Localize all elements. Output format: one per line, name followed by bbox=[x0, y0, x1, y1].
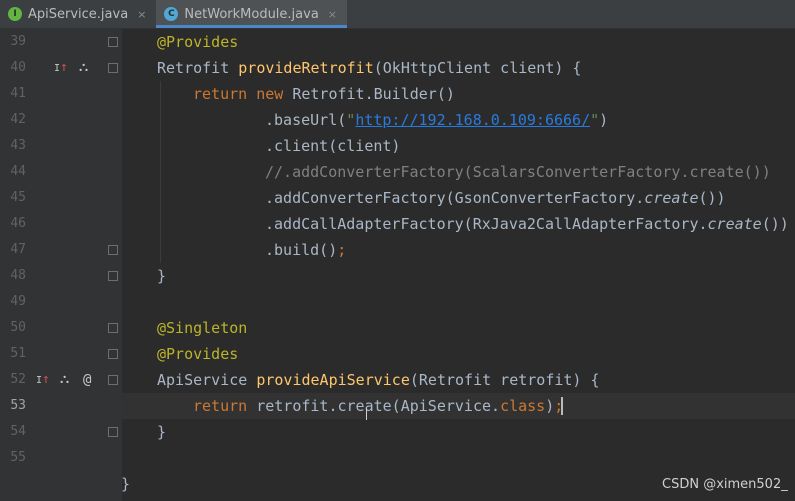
code-line: 40 Retrofit provideRetrofit(OkHttpClient… bbox=[0, 55, 795, 81]
fold-marker[interactable] bbox=[108, 63, 118, 73]
code-text[interactable]: ApiService provideApiService(Retrofit re… bbox=[157, 367, 600, 393]
close-icon[interactable]: × bbox=[137, 8, 146, 21]
watermark: CSDN @ximen502_ bbox=[662, 477, 788, 492]
line-number: 48 bbox=[10, 268, 26, 283]
code-line: 54 } bbox=[0, 419, 795, 445]
line-number: 42 bbox=[10, 112, 26, 127]
code-line: 49 bbox=[0, 289, 795, 315]
override-arrow-icon[interactable]: I↑ bbox=[54, 61, 68, 76]
interface-icon: I bbox=[8, 7, 22, 21]
url-link[interactable]: http://192.168.0.109:6666/ bbox=[355, 111, 590, 129]
close-icon[interactable]: × bbox=[328, 8, 337, 21]
line-number: 47 bbox=[10, 242, 26, 257]
line-number: 44 bbox=[10, 164, 26, 179]
code-line: 50 @Singleton bbox=[0, 315, 795, 341]
line-number: 53 bbox=[10, 398, 26, 413]
fold-marker[interactable] bbox=[108, 271, 118, 281]
code-text[interactable]: Retrofit provideRetrofit(OkHttpClient cl… bbox=[157, 55, 581, 81]
code-text[interactable]: .addCallAdapterFactory(RxJava2CallAdapte… bbox=[265, 211, 789, 237]
fold-marker[interactable] bbox=[108, 375, 118, 385]
line-number: 50 bbox=[10, 320, 26, 335]
code-line: 44 //.addConverterFactory(ScalarsConvert… bbox=[0, 159, 795, 185]
line-number: 46 bbox=[10, 216, 26, 231]
fold-marker[interactable] bbox=[108, 323, 118, 333]
editor-tab-bar: I ApiService.java × C NetWorkModule.java… bbox=[0, 0, 795, 29]
code-text[interactable]: .build(); bbox=[265, 237, 346, 263]
code-text[interactable]: //.addConverterFactory(ScalarsConverterF… bbox=[265, 159, 771, 185]
code-line: 45 .addConverterFactory(GsonConverterFac… bbox=[0, 185, 795, 211]
line-number: 49 bbox=[10, 294, 26, 309]
hierarchy-icon[interactable]: ⛬ bbox=[60, 373, 69, 387]
tab-label: ApiService.java bbox=[28, 6, 129, 22]
code-text[interactable]: .baseUrl("http://192.168.0.109:6666/") bbox=[265, 107, 608, 133]
code-text[interactable]: .addConverterFactory(GsonConverterFactor… bbox=[265, 185, 726, 211]
code-text[interactable]: } bbox=[157, 263, 166, 289]
code-line: 41 return new Retrofit.Builder() bbox=[0, 81, 795, 107]
code-text[interactable]: } bbox=[157, 419, 166, 445]
line-number: 55 bbox=[10, 450, 26, 465]
code-line: 39 @Provides bbox=[0, 29, 795, 55]
mouse-cursor-icon bbox=[366, 408, 367, 420]
code-text[interactable]: @Provides bbox=[157, 29, 238, 55]
code-line: 42 .baseUrl("http://192.168.0.109:6666/"… bbox=[0, 107, 795, 133]
code-line: 46 .addCallAdapterFactory(RxJava2CallAda… bbox=[0, 211, 795, 237]
code-text[interactable]: return new Retrofit.Builder() bbox=[193, 81, 455, 107]
fold-marker[interactable] bbox=[108, 37, 118, 47]
line-number: 40 bbox=[10, 60, 26, 75]
hierarchy-icon[interactable]: ⛬ bbox=[79, 61, 88, 75]
code-text[interactable]: @Singleton bbox=[157, 315, 247, 341]
line-number: 41 bbox=[10, 86, 26, 101]
line-number: 54 bbox=[10, 424, 26, 439]
line-number: 45 bbox=[10, 190, 26, 205]
code-line: 52 ApiService provideApiService(Retrofit… bbox=[0, 367, 795, 393]
code-line: 55 bbox=[0, 445, 795, 471]
line-number: 51 bbox=[10, 346, 26, 361]
line-number: 52 bbox=[10, 372, 26, 387]
at-sign-icon[interactable]: @ bbox=[83, 373, 91, 387]
code-line: 47 .build(); bbox=[0, 237, 795, 263]
code-line: 48 } bbox=[0, 263, 795, 289]
text-caret bbox=[561, 397, 563, 415]
fold-marker[interactable] bbox=[108, 349, 118, 359]
fold-marker[interactable] bbox=[108, 245, 118, 255]
tab-label: NetWorkModule.java bbox=[184, 6, 319, 22]
code-text[interactable]: @Provides bbox=[157, 341, 238, 367]
code-text[interactable]: .client(client) bbox=[265, 133, 400, 159]
ide-window: I ApiService.java × C NetWorkModule.java… bbox=[0, 0, 795, 501]
line-number: 43 bbox=[10, 138, 26, 153]
override-arrow-icon[interactable]: I↑ bbox=[36, 373, 50, 388]
fold-marker[interactable] bbox=[108, 427, 118, 437]
tab-networkmodule[interactable]: C NetWorkModule.java × bbox=[156, 0, 348, 28]
code-text[interactable]: } bbox=[121, 471, 130, 497]
code-line: 43 .client(client) bbox=[0, 133, 795, 159]
code-line-current: 53 return retrofit.create(ApiService.cla… bbox=[0, 393, 795, 419]
code-text[interactable]: return retrofit.create(ApiService.class)… bbox=[193, 393, 563, 419]
line-number: 39 bbox=[10, 34, 26, 49]
code-line: 51 @Provides bbox=[0, 341, 795, 367]
tab-apiservice[interactable]: I ApiService.java × bbox=[0, 0, 156, 28]
class-icon: C bbox=[164, 7, 179, 21]
